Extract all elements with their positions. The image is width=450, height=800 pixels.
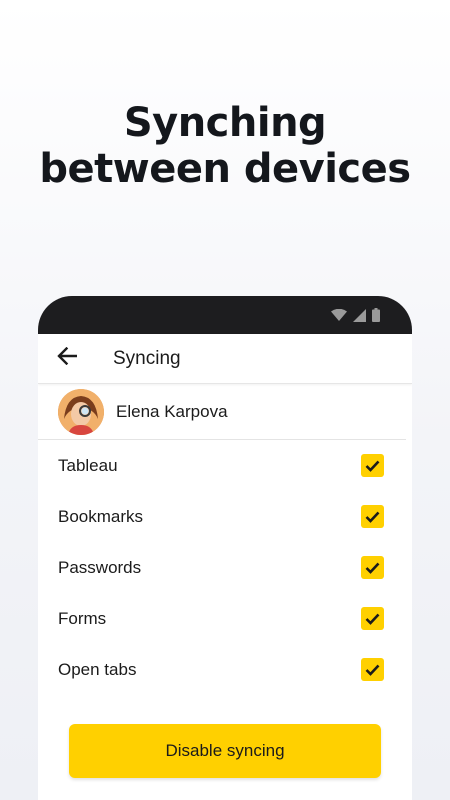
sync-item-tableau[interactable]: Tableau xyxy=(38,440,412,491)
passwords-checkbox[interactable] xyxy=(361,556,384,579)
bookmarks-checkbox[interactable] xyxy=(361,505,384,528)
checkmark-icon xyxy=(365,562,380,574)
wifi-icon xyxy=(331,309,347,321)
checkmark-icon xyxy=(365,460,380,472)
sync-item-passwords[interactable]: Passwords xyxy=(38,542,412,593)
sync-item-label: Passwords xyxy=(58,557,142,577)
tableau-checkbox[interactable] xyxy=(361,454,384,477)
account-row[interactable]: Elena Karpova xyxy=(38,384,406,440)
page-title: Syncing xyxy=(113,347,181,369)
sync-item-bookmarks[interactable]: Bookmarks xyxy=(38,491,412,542)
sync-item-label: Forms xyxy=(58,608,107,628)
sync-item-label: Bookmarks xyxy=(58,506,144,526)
sync-item-forms[interactable]: Forms xyxy=(38,593,412,644)
sync-item-label: Tableau xyxy=(58,455,118,475)
phone-frame: Syncing Elena Karpova Tableau Bookmarks … xyxy=(38,296,412,800)
checkmark-icon xyxy=(365,664,380,676)
app-bar: Syncing xyxy=(38,334,412,384)
sync-item-open-tabs[interactable]: Open tabs xyxy=(38,644,412,695)
headline: Synching between devices xyxy=(0,100,450,192)
signal-icon xyxy=(353,308,366,322)
checkmark-icon xyxy=(365,613,380,625)
avatar xyxy=(58,388,104,435)
disable-syncing-button[interactable]: Disable syncing xyxy=(69,724,381,778)
headline-line-2: between devices xyxy=(39,146,411,192)
forms-checkbox[interactable] xyxy=(361,607,384,630)
status-icons xyxy=(331,308,380,322)
account-name: Elena Karpova xyxy=(116,401,228,421)
open-tabs-checkbox[interactable] xyxy=(361,658,384,681)
sync-list: Tableau Bookmarks Passwords Forms Open t… xyxy=(38,440,412,695)
checkmark-icon xyxy=(365,511,380,523)
headline-line-1: Synching xyxy=(123,100,327,146)
arrow-left-icon xyxy=(57,346,78,370)
status-bar xyxy=(38,296,412,334)
sync-item-label: Open tabs xyxy=(58,659,137,679)
battery-icon xyxy=(372,308,380,322)
app-screen: Syncing Elena Karpova Tableau Bookmarks … xyxy=(38,334,412,800)
back-button[interactable] xyxy=(38,334,96,384)
